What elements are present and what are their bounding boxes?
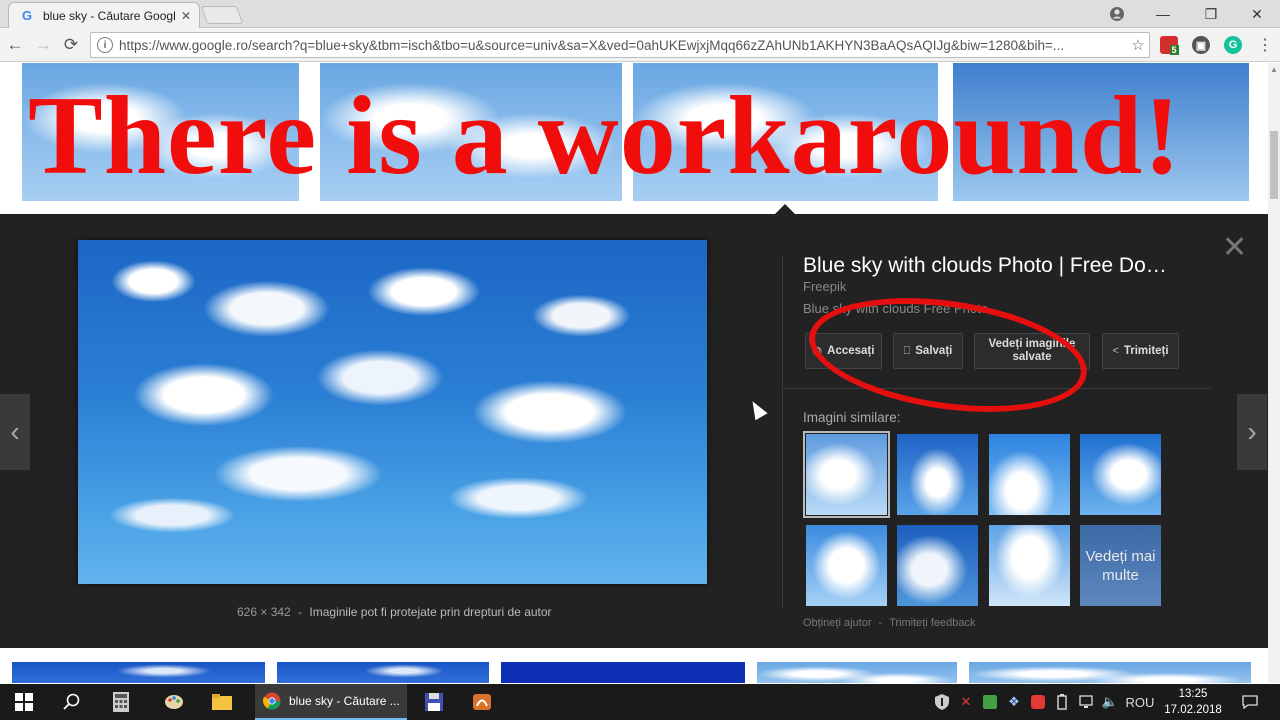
feedback-link[interactable]: Trimiteți feedback [889,617,975,629]
search-icon[interactable] [48,684,96,720]
similar-image-thumbnail[interactable] [989,525,1070,606]
red-app-tray-icon[interactable] [1028,684,1048,720]
url-text[interactable]: https://www.google.ro/search?q=blue+sky&… [119,38,1127,53]
file-explorer-icon[interactable] [198,684,246,720]
notifications-icon[interactable] [1238,684,1262,720]
windows-start-icon[interactable] [0,684,48,720]
panel-divider [782,256,783,608]
tab-close-icon[interactable]: ✕ [181,9,191,23]
editor-app-icon[interactable] [458,684,506,720]
restore-button[interactable]: ❐ [1188,0,1234,28]
defender-shield-icon[interactable] [932,684,952,720]
forward-button[interactable]: → [32,34,54,56]
paint-icon[interactable] [150,684,198,720]
share-icon: < [1112,344,1119,357]
ext-film-icon[interactable]: ▣ [1192,36,1210,54]
image-dimensions: 626 × 342 [237,605,291,619]
share-button[interactable]: < Trimiteți [1102,333,1179,369]
similar-image-thumbnail[interactable] [897,525,978,606]
ext-grammarly-icon[interactable]: G [1224,36,1242,54]
volume-icon[interactable]: 🔈 [1100,684,1120,720]
similar-image-thumbnail[interactable] [989,434,1070,515]
caption-separator: - [298,605,303,619]
tab-title: blue sky - Căutare Googl [43,8,175,23]
language-indicator[interactable]: ROU [1124,684,1156,720]
result-thumbnail[interactable] [501,662,745,683]
next-image-button[interactable]: › [1237,394,1267,470]
new-tab-button[interactable] [200,6,244,24]
footer-separator: - [878,617,883,629]
overlay-caption: There is a workaround! [28,74,1182,198]
address-bar[interactable]: i https://www.google.ro/search?q=blue+sk… [90,32,1150,58]
similar-image-thumbnail[interactable] [806,525,887,606]
browser-tab[interactable]: G blue sky - Căutare Googl ✕ [8,2,200,28]
page-scrollbar[interactable]: ▲ [1268,63,1280,683]
menu-icon[interactable]: ⋮ [1254,34,1276,56]
result-thumbnail[interactable] [969,662,1251,683]
see-more-button[interactable]: Vedeți mai multe [1080,525,1161,606]
ext-badge: 5 [1169,45,1179,55]
green-app-tray-icon[interactable] [980,684,1000,720]
taskbar-clock[interactable]: 13:25 17.02.2018 [1158,686,1228,718]
dropbox-icon[interactable]: ❖ [1004,684,1024,720]
result-thumbnail[interactable] [12,662,265,683]
similar-image-thumbnail[interactable] [897,434,978,515]
network-icon[interactable] [1076,684,1096,720]
result-thumbnail[interactable] [757,662,957,683]
share-button-label: Trimiteți [1123,344,1169,357]
battery-icon[interactable] [1052,684,1072,720]
image-caption: 626 × 342 - Imaginile pot fi protejate p… [237,605,552,619]
back-button[interactable]: ← [4,34,26,56]
chrome-icon [263,692,281,710]
ext-shield-icon[interactable]: 5 [1160,36,1179,55]
image-source[interactable]: Freepik [803,279,846,294]
similar-images-label: Imagini similare: [803,410,901,425]
scroll-up-icon[interactable]: ▲ [1270,65,1278,74]
google-favicon-icon: G [21,8,33,23]
scrollbar-thumb[interactable] [1270,131,1278,199]
close-panel-icon[interactable]: ✕ [1222,233,1247,263]
similar-image-thumbnail[interactable] [1080,434,1161,515]
panel-footer: Obțineți ajutor - Trimiteți feedback [803,617,975,629]
result-thumbnail[interactable] [277,662,489,683]
calculator-icon[interactable] [97,684,145,720]
minimize-button[interactable]: — [1140,0,1186,28]
save-disk-icon[interactable] [410,684,458,720]
clock-date: 17.02.2018 [1164,704,1222,716]
browser-toolbar: ← → ⟳ i https://www.google.ro/search?q=b… [0,28,1280,62]
account-icon[interactable] [1094,0,1140,28]
close-window-button[interactable]: ✕ [1234,0,1280,28]
help-link[interactable]: Obțineți ajutor [803,617,871,629]
site-info-icon[interactable]: i [97,37,113,53]
clock-time: 13:25 [1178,688,1208,700]
similar-image-thumbnail[interactable] [803,431,890,518]
network-disabled-icon[interactable]: ✕ [956,684,976,720]
windows-taskbar: blue sky - Căutare ... ✕ ❖ 🔈 ROU 13:25 1… [0,684,1280,720]
tab-strip: G blue sky - Căutare Googl ✕ — ❐ ✕ [0,0,1280,28]
previous-image-button[interactable]: ‹ [0,394,30,470]
preview-image[interactable] [78,240,707,584]
star-icon[interactable]: ☆ [1127,36,1149,54]
copyright-notice: Imaginile pot fi protejate prin drepturi… [309,605,552,619]
image-title[interactable]: Blue sky with clouds Photo | Free Do… [803,254,1167,278]
taskbar-chrome-app[interactable]: blue sky - Căutare ... [255,684,407,720]
reload-button[interactable]: ⟳ [60,34,82,56]
taskbar-app-label: blue sky - Căutare ... [289,694,400,708]
